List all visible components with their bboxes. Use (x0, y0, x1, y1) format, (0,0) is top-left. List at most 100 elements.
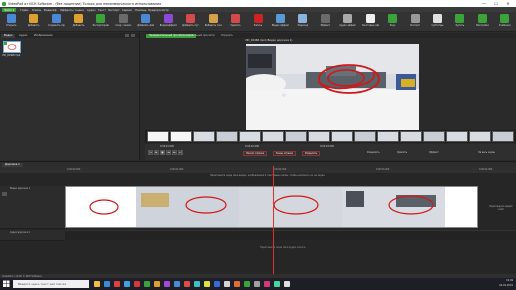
taskbar-app-icon[interactable] (114, 281, 120, 287)
filmstrip-frame[interactable] (492, 131, 514, 142)
toolbar-button[interactable]: Аудио эффекты (339, 13, 356, 31)
taskbar-app-icon[interactable] (234, 281, 240, 287)
go-start-button[interactable]: |◂ (148, 150, 153, 155)
audio-effects-icon (343, 14, 353, 23)
mark-out-button[interactable]: Конец отрезка (273, 151, 297, 156)
tab-trim[interactable]: Отрезать (218, 34, 236, 39)
toolbar-button[interactable]: Настройки (474, 13, 491, 31)
tab-audio[interactable]: Аудио (16, 34, 30, 39)
go-end-button[interactable]: ▸| (178, 150, 183, 155)
filmstrip-frame[interactable] (354, 131, 376, 142)
filmstrip-frame[interactable] (147, 131, 169, 142)
tab-sequence-preview[interactable]: Предварительный просмотр (176, 34, 218, 39)
media-thumbnail[interactable] (3, 41, 21, 53)
taskbar-clock[interactable]: 19:49 04.01.2022 (495, 279, 513, 288)
toolbar-button[interactable]: Добавить пустой (182, 13, 199, 31)
taskbar-app-icon[interactable] (94, 281, 100, 287)
taskbar-app-icon[interactable] (214, 281, 220, 287)
toolbar-button-label: Добавить пустой (182, 24, 199, 27)
taskbar-app-icon[interactable] (174, 281, 180, 287)
taskbar-app-icon[interactable] (274, 281, 280, 287)
toolbar-button[interactable]: Добавить (70, 13, 87, 31)
next-frame-button[interactable]: ▸▸ (172, 150, 177, 155)
filmstrip-frame[interactable] (308, 131, 330, 142)
file-menu-button[interactable]: Файл ▾ (2, 7, 16, 12)
taskbar-search-input[interactable]: Введите здесь текст для поиска (13, 280, 89, 288)
filmstrip-frame[interactable] (423, 131, 445, 142)
taskbar-app-icon[interactable] (254, 281, 260, 287)
taskbar-app-icon[interactable] (284, 281, 290, 287)
taskbar-app-icon[interactable] (224, 281, 230, 287)
toolbar-button-label: Экспорт (410, 24, 421, 27)
filmstrip-frame[interactable] (285, 131, 307, 142)
video-track-name: Видео дорожка 1 (10, 187, 31, 190)
stop-button[interactable]: ■ (160, 150, 165, 155)
filmstrip-frame[interactable] (216, 131, 238, 142)
taskbar-app-icon[interactable] (144, 281, 150, 287)
audio-track[interactable] (65, 230, 516, 240)
toolbar-button[interactable]: Видеоэффекты (160, 13, 177, 31)
toolbar-button[interactable]: Открыть (3, 13, 20, 31)
bin-list-icon[interactable] (131, 34, 135, 37)
split-clip-button[interactable]: Разделить (302, 151, 321, 156)
filmstrip-frame[interactable] (262, 131, 284, 142)
taskbar-app-icon[interactable] (134, 281, 140, 287)
time-mid: 0:00:02.000 (245, 145, 259, 148)
toolbar-button[interactable]: Купить (451, 13, 468, 31)
toolbar-button[interactable]: Добавить (25, 13, 42, 31)
taskbar-app-icon[interactable] (154, 281, 160, 287)
taskbar-app-icon[interactable] (184, 281, 190, 287)
tab-images[interactable]: Изображения (31, 34, 56, 39)
taskbar-app-icon[interactable] (204, 281, 210, 287)
minimize-button[interactable]: — (478, 0, 490, 7)
toolbar-button[interactable]: Удалить (227, 13, 244, 31)
taskbar-app-icon[interactable] (124, 281, 130, 287)
close-button[interactable]: ✕ (502, 0, 514, 7)
fullscreen-button[interactable]: На весь экран (478, 151, 495, 154)
filmstrip-frame[interactable] (377, 131, 399, 142)
play-button[interactable]: ▶ (154, 150, 159, 155)
toolbar-button[interactable]: Учебники (496, 13, 513, 31)
track-eye-icon[interactable] (2, 192, 7, 196)
taskbar-app-icon[interactable] (244, 281, 250, 287)
taskbar-app-icon[interactable] (194, 281, 200, 287)
toolbar-button[interactable]: Сохранить проект (48, 13, 65, 31)
split-button[interactable]: Разделить (367, 151, 380, 154)
toolbar-button[interactable]: Добавить текст (205, 13, 222, 31)
effect-button[interactable]: Эффект (429, 151, 439, 154)
taskbar-app-icon[interactable] (264, 281, 270, 287)
delete-button[interactable]: Удалить (397, 151, 407, 154)
add-files-icon (141, 14, 151, 23)
toolbar-button[interactable]: Субтитры (429, 13, 446, 31)
toolbar-button[interactable]: Видео эффекты (272, 13, 289, 31)
video-clip[interactable] (65, 186, 478, 228)
toolbar-button[interactable]: Экспорт (407, 13, 424, 31)
tab-video[interactable]: Видео (1, 33, 16, 38)
filmstrip-frame[interactable] (170, 131, 192, 142)
filmstrip-frame[interactable] (446, 131, 468, 142)
toolbar-button[interactable]: Переход (294, 13, 311, 31)
filmstrip-frame[interactable] (193, 131, 215, 142)
filmstrip-frame[interactable] (239, 131, 261, 142)
bin-view-icon[interactable] (125, 34, 129, 37)
toolbar-button[interactable]: Экспортировать видео (92, 13, 109, 31)
filmstrip[interactable] (145, 130, 516, 143)
toolbar-button[interactable]: Текстовые эффекты (362, 13, 379, 31)
toolbar-button[interactable]: Звук (384, 13, 401, 31)
toolbar-button[interactable]: Сохр. снимок (115, 13, 132, 31)
toolbar-button[interactable]: Эффект (317, 13, 334, 31)
start-button[interactable] (2, 280, 11, 288)
toolbar-button-label: Добавить (72, 24, 85, 27)
toolbar-button[interactable]: Добавить файл(ы) (137, 13, 154, 31)
taskbar-app-icon[interactable] (104, 281, 110, 287)
timeline-ruler[interactable]: 0:00:00.000 0:00:01.000 0:00:02.000 0:00… (0, 167, 516, 173)
filmstrip-frame[interactable] (469, 131, 491, 142)
prev-frame-button[interactable]: ◂◂ (166, 150, 171, 155)
filmstrip-frame[interactable] (331, 131, 353, 142)
taskbar-app-icon[interactable] (164, 281, 170, 287)
timeline-playhead[interactable] (273, 166, 274, 274)
filmstrip-frame[interactable] (400, 131, 422, 142)
mark-in-button[interactable]: Начало отрезка (243, 151, 268, 156)
maximize-button[interactable]: ☐ (490, 0, 502, 7)
toolbar-button[interactable]: Запись (250, 13, 267, 31)
